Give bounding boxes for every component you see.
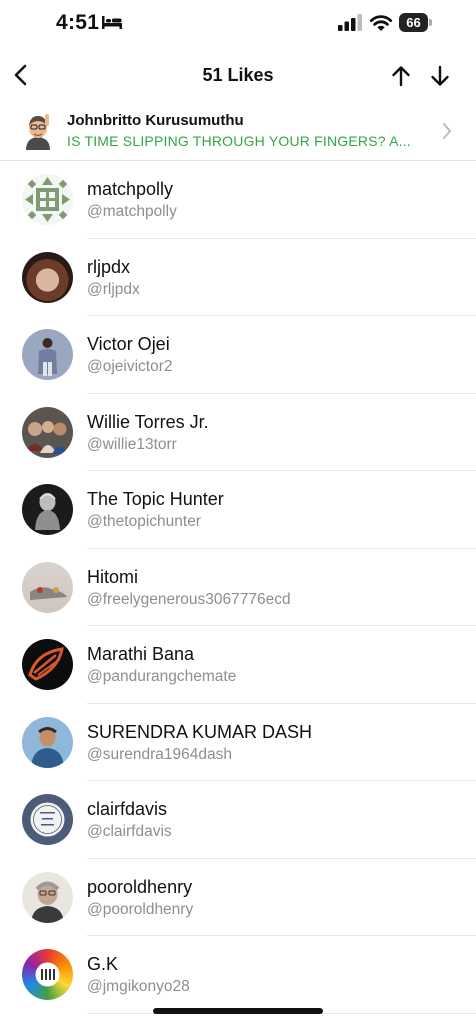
user-name: Hitomi [87,566,139,587]
user-name: rljpdx [87,256,131,277]
avatar [22,871,73,923]
likes-list: matchpolly @matchpolly rljpdx @rljpdx Vi… [0,161,476,1014]
user-handle: @thetopichunter [87,513,201,530]
avatar [22,406,73,458]
user-handle: @jmgikonyo28 [87,978,190,995]
avatar [22,251,73,303]
avatar [22,716,73,768]
post-text: IS TIME SLIPPING THROUGH YOUR FINGERS? A… [67,133,411,149]
avatar [22,329,73,380]
list-item[interactable]: pooroldhenry @pooroldhenry [0,859,476,936]
list-item[interactable]: The Topic Hunter @thetopichunter [0,471,476,549]
list-item[interactable]: matchpolly @matchpolly [0,161,476,239]
user-name: Willie Torres Jr. [87,411,209,432]
user-name: Victor Ojei [87,334,170,354]
avatar [22,174,73,225]
list-item[interactable]: Willie Torres Jr. @willie13torr [0,394,476,471]
avatar [22,949,73,1000]
arrow-down-icon[interactable] [428,63,452,89]
user-handle: @surendra1964dash [87,745,233,763]
avatar [22,794,73,845]
post-preview[interactable]: Johnbritto Kurusumuthu IS TIME SLIPPING … [0,104,476,161]
avatar [22,639,73,690]
list-item[interactable]: rljpdx @rljpdx [0,239,476,316]
home-indicator [153,1008,323,1014]
user-handle: @pandurangchemate [87,668,237,685]
avatar [22,484,73,535]
arrow-up-icon[interactable] [389,63,413,89]
list-item[interactable]: clairfdavis @clairfdavis [0,781,476,859]
user-name: The Topic Hunter [87,489,224,509]
user-name: pooroldhenry [87,876,193,897]
user-name: Marathi Bana [87,644,195,664]
battery-percent: 66 [406,15,421,30]
list-item[interactable]: Victor Ojei @ojeivictor2 [0,316,476,394]
wifi-icon [369,15,393,31]
user-name: matchpolly [87,179,174,199]
cellular-signal-icon [338,14,362,31]
list-item[interactable]: Hitomi @freelygenerous3067776ecd [0,549,476,626]
user-handle: @ojeivictor2 [87,358,173,375]
list-item[interactable]: Marathi Bana @pandurangchemate [0,626,476,704]
user-handle: @matchpolly [87,203,177,220]
post-author: Johnbritto Kurusumuthu [67,112,244,129]
battery-indicator: 66 [399,13,433,32]
sleep-focus-icon [102,16,122,29]
user-name: G.K [87,954,119,974]
avatar [22,561,73,613]
memoji-avatar [26,114,50,150]
status-bar: 4:51 66 [0,0,476,48]
user-name: SURENDRA KUMAR DASH [87,721,313,742]
list-item[interactable]: SURENDRA KUMAR DASH @surendra1964dash [0,704,476,781]
nav-bar: 51 Likes [0,52,476,100]
user-name: clairfdavis [87,799,168,819]
list-item[interactable]: G.K @jmgikonyo28 [0,936,476,1014]
status-time: 4:51 [56,11,100,34]
user-handle: @freelygenerous3067776ecd [87,590,291,608]
user-handle: @willie13torr [87,435,177,453]
user-handle: @pooroldhenry [87,900,194,918]
user-handle: @clairfdavis [87,823,172,840]
user-handle: @rljpdx [87,280,140,298]
chevron-right-icon[interactable] [440,120,454,142]
